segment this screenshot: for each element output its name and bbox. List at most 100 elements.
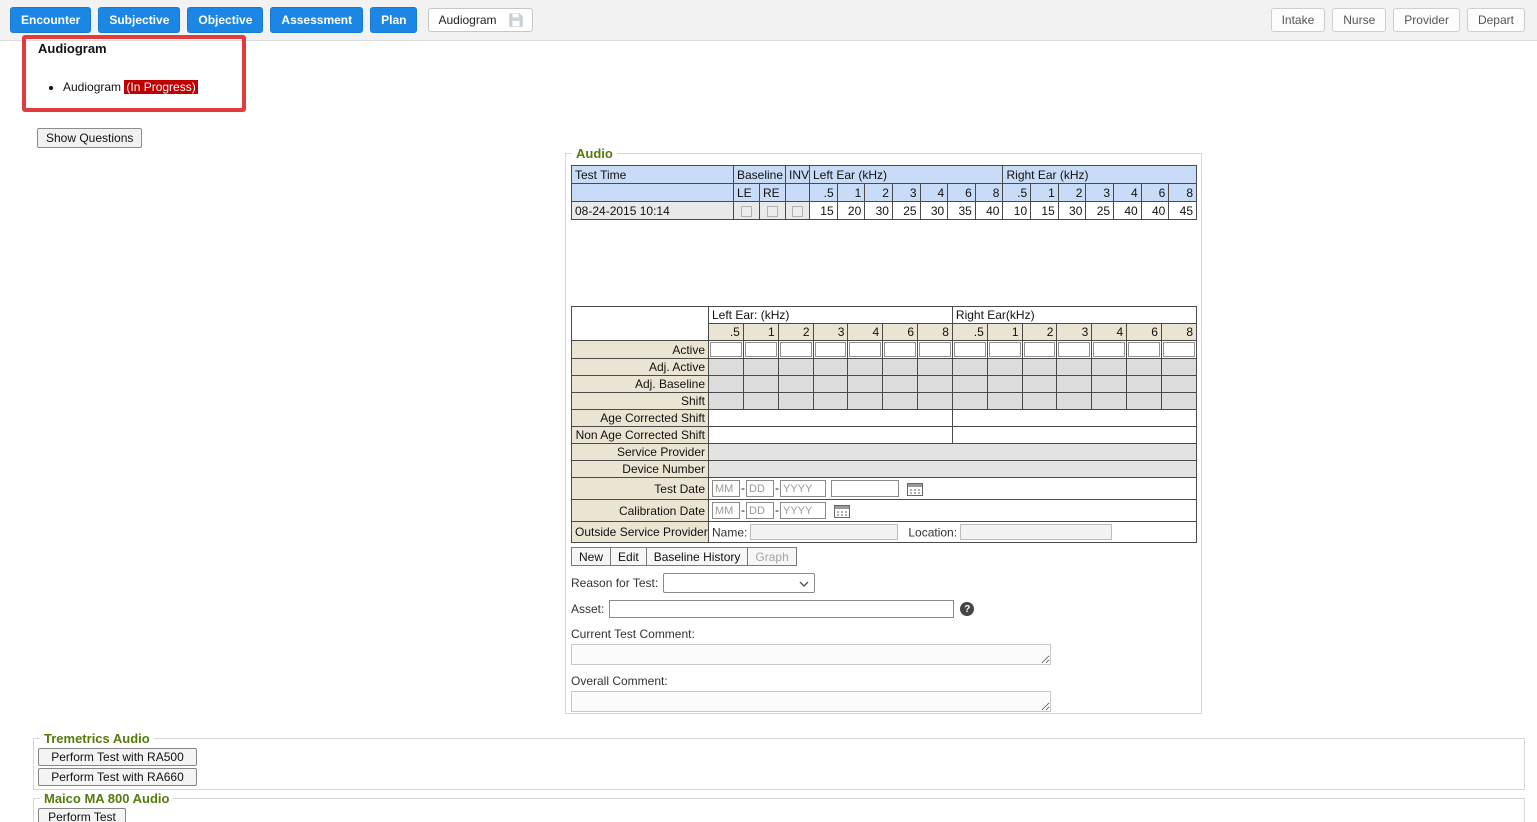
active-cell [952,341,987,359]
active-threshold-input[interactable] [1128,342,1160,357]
right-threshold-value: 45 [1169,202,1197,220]
grid-cell [952,393,987,410]
grid-cell [1092,359,1127,376]
active-threshold-input[interactable] [815,342,847,357]
audiogram-link[interactable]: Audiogram [63,80,121,94]
perform-test-ra500-button[interactable]: Perform Test with RA500 [38,748,197,766]
baseline-history-button[interactable]: Baseline History [646,547,749,566]
active-threshold-input[interactable] [1093,342,1125,357]
freq-header-cell: .5 [1003,184,1031,202]
freq-header-cell: 1 [837,184,865,202]
grid-cell [848,359,883,376]
col-inv: INV [786,166,810,184]
outside-provider-name-input[interactable] [750,524,898,540]
depart-button[interactable]: Depart [1467,8,1525,32]
top-toolbar: Encounter Subjective Objective Assessmen… [0,0,1537,41]
grid-cell [1161,393,1196,410]
freq-header-cell: 1 [987,324,1022,341]
inv-checkbox[interactable] [792,206,803,217]
calibration-date-year-input[interactable] [780,502,826,519]
active-threshold-input[interactable] [1058,342,1090,357]
non-age-shift-left-cell [709,427,953,444]
nav-button-subjective[interactable]: Subjective [98,7,180,33]
grid-cell [883,359,918,376]
active-threshold-input[interactable] [710,342,742,357]
col-right-ear: Right Ear (kHz) [1003,166,1197,184]
freq-header-cell: 3 [892,184,920,202]
calibration-date-day-input[interactable] [746,502,774,519]
status-badge: (In Progress) [124,80,197,94]
active-threshold-input[interactable] [919,342,951,357]
active-cell [1057,341,1092,359]
stage-buttons: Intake Nurse Provider Depart [1271,8,1525,32]
left-threshold-value: 30 [920,202,948,220]
edit-button[interactable]: Edit [610,547,647,566]
help-icon[interactable]: ? [960,602,974,616]
corner-cell [572,307,709,341]
active-cell [848,341,883,359]
location-label: Location: [908,526,957,540]
active-threshold-input[interactable] [884,342,916,357]
test-date-year-input[interactable] [780,480,826,497]
test-date-day-input[interactable] [746,480,774,497]
grid-cell [743,376,778,393]
left-threshold-value: 40 [975,202,1003,220]
calibration-date-cell: -- [709,500,1197,522]
asset-row: Asset: ? [571,600,1197,618]
asset-label: Asset: [571,602,604,616]
grid-cell [813,359,848,376]
active-threshold-input[interactable] [989,342,1021,357]
freq-header-cell: 4 [1092,324,1127,341]
active-threshold-input[interactable] [954,342,986,357]
grid-cell [709,376,744,393]
new-button[interactable]: New [571,547,611,566]
current-test-comment-label: Current Test Comment: [571,627,1197,641]
right-threshold-value: 40 [1114,202,1142,220]
grid-cell [743,359,778,376]
grid-cell [1057,359,1092,376]
calendar-icon[interactable] [834,504,850,518]
test-date-extra-input[interactable] [831,480,899,497]
current-test-comment-textarea[interactable] [571,644,1051,665]
active-threshold-input[interactable] [1163,342,1195,357]
baseline-le-checkbox[interactable] [741,206,752,217]
perform-test-ra660-button[interactable]: Perform Test with RA660 [38,768,197,786]
calibration-date-month-input[interactable] [712,502,740,519]
test-time-value: 08-24-2015 10:14 [572,202,734,220]
overall-comment-textarea[interactable] [571,691,1051,712]
calendar-icon[interactable] [907,482,923,496]
active-threshold-input[interactable] [745,342,777,357]
row-label-adj-baseline: Adj. Baseline [572,376,709,393]
provider-button[interactable]: Provider [1393,8,1460,32]
intake-button[interactable]: Intake [1271,8,1326,32]
row-label-adj-active: Adj. Active [572,359,709,376]
nav-button-objective[interactable]: Objective [187,7,263,33]
nav-button-encounter[interactable]: Encounter [10,7,91,33]
active-threshold-input[interactable] [1024,342,1056,357]
maico-perform-test-button[interactable]: Perform Test [38,808,126,822]
nav-button-plan[interactable]: Plan [370,7,417,33]
active-threshold-input[interactable] [780,342,812,357]
test-date-month-input[interactable] [712,480,740,497]
baseline-re-checkbox[interactable] [767,206,778,217]
grid-cell [1161,376,1196,393]
freq-header-cell: 8 [918,324,953,341]
audiogram-tab[interactable]: Audiogram [428,8,532,32]
show-questions-button[interactable]: Show Questions [37,128,142,148]
inv-cell [786,202,810,220]
nav-button-assessment[interactable]: Assessment [270,7,363,33]
grid-cell [918,393,953,410]
audiogram-tab-label: Audiogram [438,13,496,27]
freq-header-cell: 3 [813,324,848,341]
row-label-active: Active [572,341,709,359]
row-label-shift: Shift [572,393,709,410]
col-re: RE [760,184,786,202]
left-threshold-value: 30 [865,202,893,220]
asset-input[interactable] [609,600,954,618]
grid-cell [813,376,848,393]
outside-provider-location-input[interactable] [960,524,1112,540]
active-threshold-input[interactable] [849,342,881,357]
nurse-button[interactable]: Nurse [1332,8,1386,32]
active-cell [1127,341,1162,359]
reason-for-test-select[interactable] [663,573,815,593]
